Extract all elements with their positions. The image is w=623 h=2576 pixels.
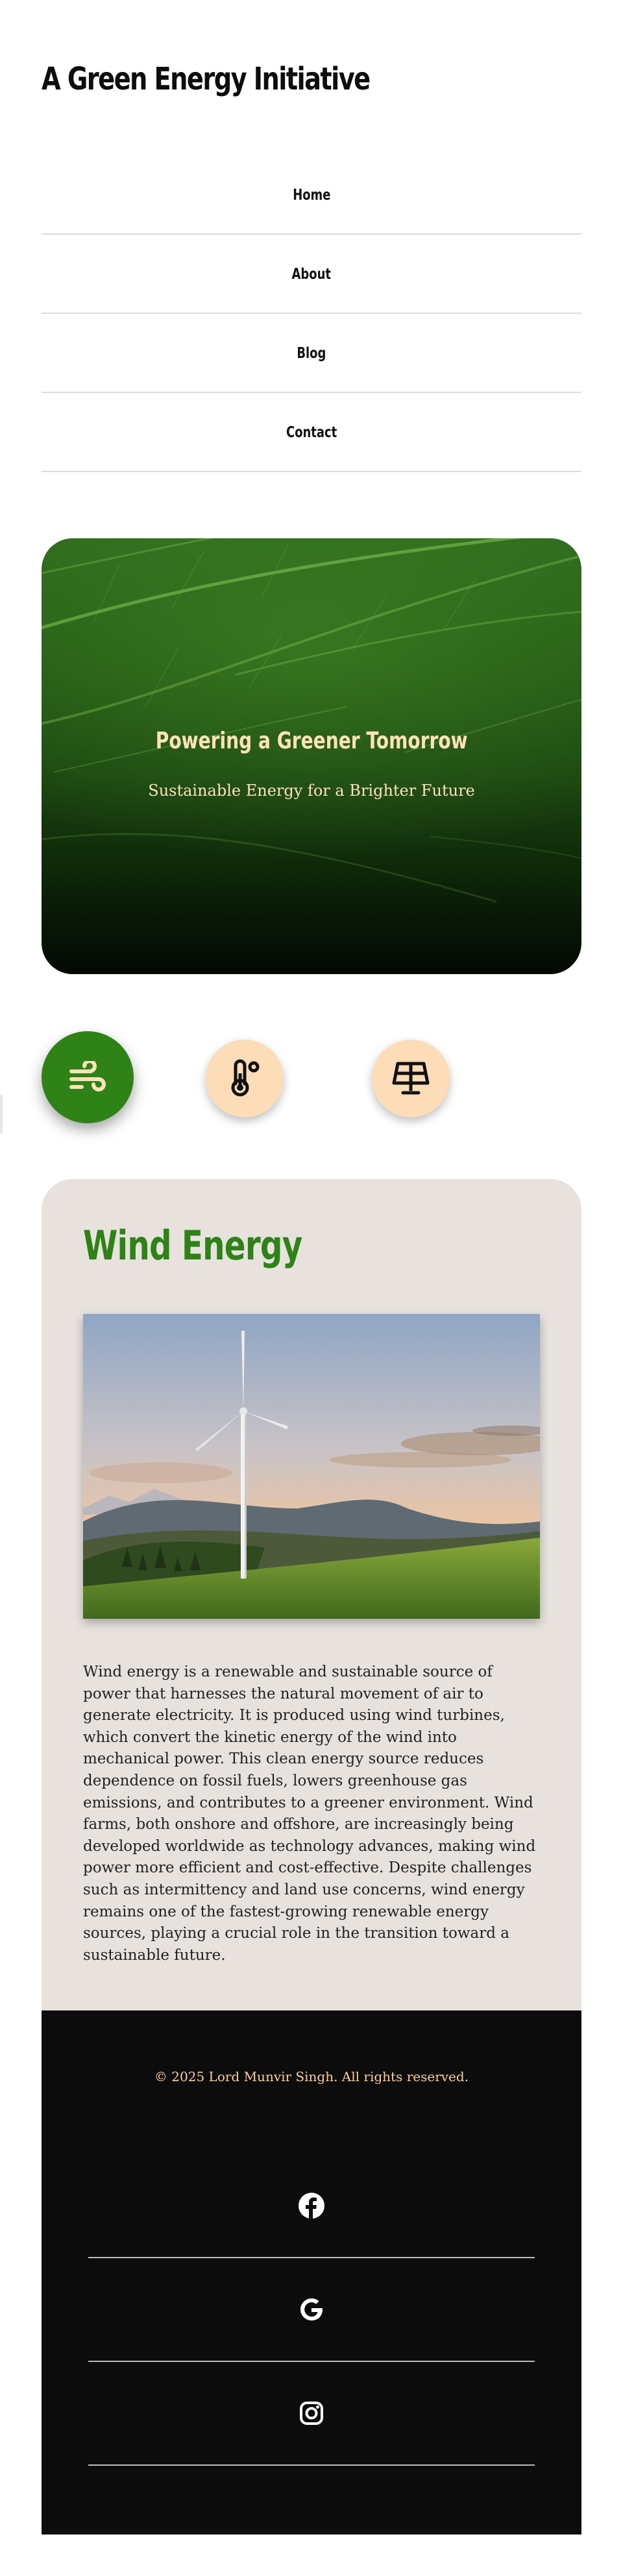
nav-item-label: Contact bbox=[286, 424, 337, 441]
site-title: A Green Energy Initiative bbox=[42, 61, 371, 97]
nav-item-label: Home bbox=[292, 187, 331, 204]
leaf-background-image bbox=[42, 538, 581, 903]
nav-item-about[interactable]: About bbox=[42, 235, 581, 314]
nav-item-home[interactable]: Home bbox=[42, 156, 581, 235]
nav-item-contact[interactable]: Contact bbox=[42, 393, 581, 472]
facebook-icon bbox=[299, 2193, 324, 2219]
thermometer-icon bbox=[231, 1059, 260, 1097]
card-title: Wind Energy bbox=[83, 1222, 302, 1269]
hero-title: Powering a Greener Tomorrow bbox=[42, 728, 581, 754]
hero-subtitle: Sustainable Energy for a Brighter Future bbox=[148, 781, 475, 800]
wind-turbine-photo bbox=[83, 1314, 540, 1619]
site-footer: © 2025 Lord Munvir Singh. All rights res… bbox=[42, 2010, 581, 2534]
hero-banner: Powering a Greener Tomorrow Sustainable … bbox=[42, 538, 581, 974]
wind-icon bbox=[69, 1061, 106, 1091]
main-nav: Home About Blog Contact bbox=[42, 156, 581, 472]
instagram-icon bbox=[300, 2402, 323, 2425]
nav-item-label: About bbox=[291, 266, 332, 283]
solar-panel-icon bbox=[392, 1062, 430, 1095]
google-link[interactable] bbox=[88, 2258, 535, 2362]
geothermal-energy-button[interactable] bbox=[206, 1040, 284, 1117]
google-icon bbox=[300, 2298, 323, 2320]
card-description: Wind energy is a renewable and sustainab… bbox=[83, 1664, 536, 1964]
edge-divider bbox=[0, 1095, 3, 1134]
copyright-text: © 2025 Lord Munvir Singh. All rights res… bbox=[154, 2069, 469, 2084]
wind-energy-button[interactable] bbox=[42, 1031, 134, 1123]
instagram-link[interactable] bbox=[88, 2362, 535, 2466]
facebook-link[interactable] bbox=[88, 2154, 535, 2258]
nav-item-blog[interactable]: Blog bbox=[42, 314, 581, 393]
nav-item-label: Blog bbox=[297, 345, 326, 362]
wind-turbine-image bbox=[83, 1314, 540, 1619]
energy-info-card: Wind Energy Wind energy is a renewable a… bbox=[42, 1179, 581, 2010]
solar-energy-button[interactable] bbox=[372, 1040, 450, 1117]
hero-title-text: Powering a Greener Tomorrow bbox=[155, 728, 468, 754]
